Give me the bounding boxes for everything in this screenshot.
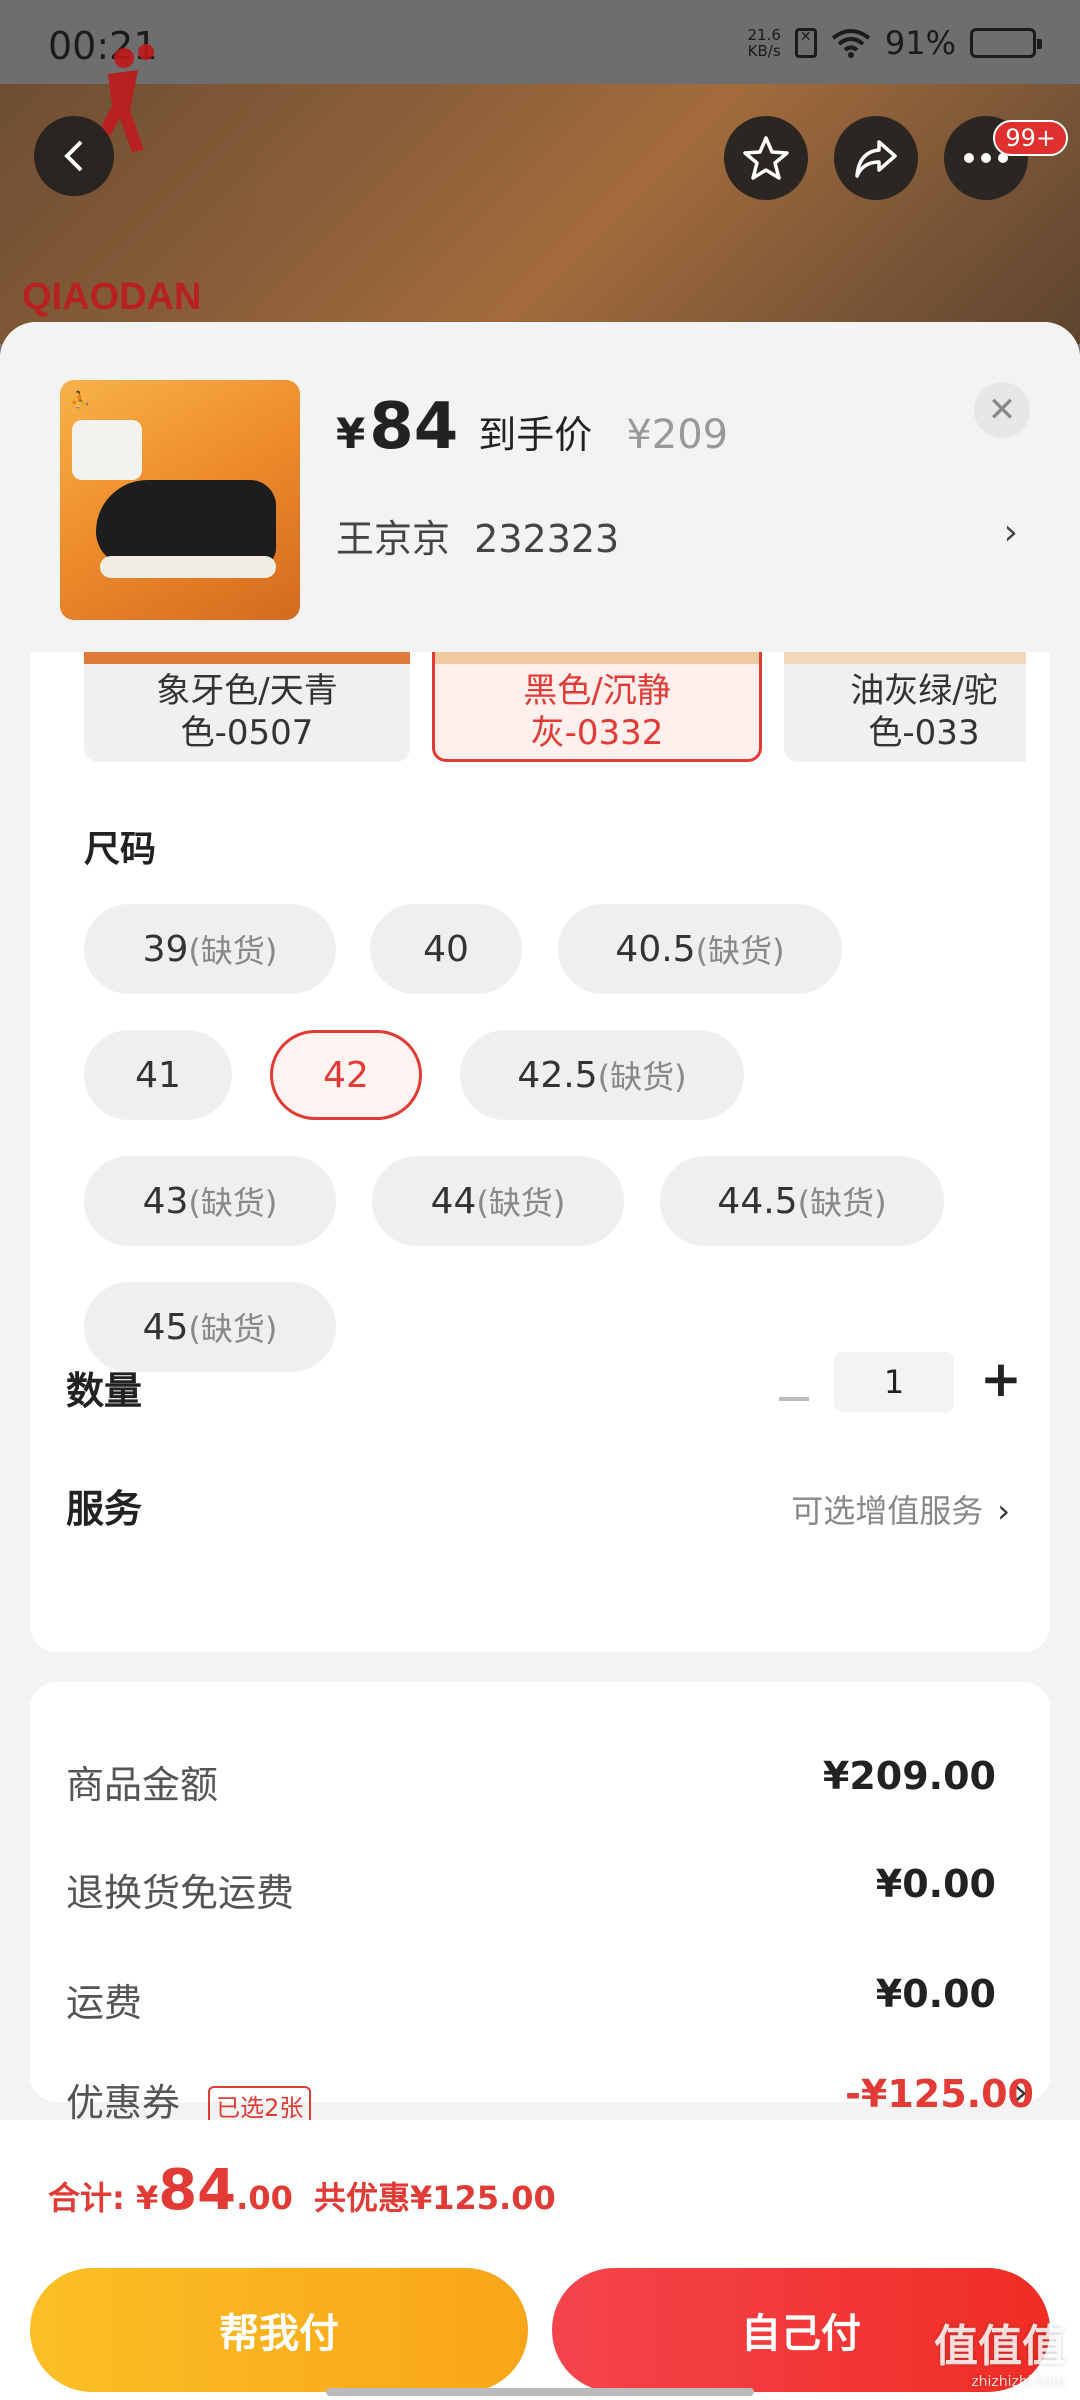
no-sim-icon [794, 28, 817, 58]
chevron-right-icon: › [997, 1492, 1010, 1530]
sku-selector-sheet: ⛹ ¥ 84 到手价 ¥209 王京京 232323 › ✕ 象牙色/天青 色-… [0, 322, 1080, 2400]
size-chip[interactable]: 42.5 (缺货) [460, 1030, 744, 1120]
shipping-address[interactable]: 王京京 232323 [336, 508, 619, 563]
color-options: 象牙色/天青 色-0507 黑色/沉静 灰-0332 油灰绿/驼 色-033 [84, 652, 1026, 764]
color-option-label: 油灰绿/驼 色-033 [850, 671, 998, 753]
out-of-stock-label: (缺货) [797, 1184, 887, 1222]
service-hint-text: 可选增值服务 [791, 1492, 984, 1530]
size-chip-selected[interactable]: 42 [270, 1030, 422, 1120]
goods-amount-label: 商品金额 [66, 1763, 219, 1807]
size-chip[interactable]: 44.5 (缺货) [660, 1156, 944, 1246]
service-label: 服务 [66, 1487, 143, 1531]
return-shipping-value: ¥0.00 [875, 1862, 996, 1906]
out-of-stock-label: (缺货) [476, 1184, 566, 1222]
chevron-right-icon: › [1013, 2072, 1028, 2113]
size-chip[interactable]: 44 (缺货) [372, 1156, 624, 1246]
wifi-icon [831, 29, 871, 58]
final-price-tag: 到手价 [478, 413, 593, 457]
color-option-label: 黑色/沉静 灰-0332 [523, 671, 671, 753]
shipping-fee-value: ¥0.00 [875, 1972, 996, 2016]
help-pay-button[interactable]: 帮我付 [30, 2268, 528, 2392]
quantity-decrement-button[interactable]: − [774, 1370, 814, 1426]
home-indicator[interactable] [326, 2388, 754, 2396]
back-button[interactable] [34, 116, 114, 196]
close-button[interactable]: ✕ [974, 382, 1030, 438]
color-option-ivory[interactable]: 象牙色/天青 色-0507 [84, 652, 410, 762]
size-chip[interactable]: 40 [370, 904, 522, 994]
shipping-fee-label: 运费 [66, 1981, 143, 2025]
status-bar: 00:21 21.6 KB/s 91% [0, 0, 1080, 84]
return-shipping-label: 退换货免运费 [66, 1871, 295, 1915]
close-icon: ✕ [987, 390, 1017, 430]
size-label: 42 [323, 1054, 369, 1096]
coupon-value: -¥125.00 [845, 2072, 1034, 2116]
quantity-increment-button[interactable]: + [980, 1350, 1022, 1408]
price-summary-card: 商品金额 ¥209.00 退换货免运费 ¥0.00 运费 ¥0.00 优惠券 已… [30, 1682, 1050, 2125]
out-of-stock-label: (缺货) [597, 1058, 687, 1096]
original-price: ¥209 [626, 412, 729, 458]
out-of-stock-label: (缺货) [188, 932, 278, 970]
size-label: 41 [135, 1054, 181, 1096]
size-label: 44 [430, 1180, 477, 1222]
battery-percent: 91% [884, 24, 956, 62]
brand-mark-icon: ⛹ [70, 390, 90, 409]
size-label: 44.5 [717, 1180, 798, 1222]
product-hero-image: QIAODAN [0, 44, 1080, 344]
favorite-button[interactable] [724, 116, 808, 200]
total-label: 合计: ¥ [48, 2179, 159, 2217]
options-card: 象牙色/天青 色-0507 黑色/沉静 灰-0332 油灰绿/驼 色-033 尺… [30, 652, 1050, 1652]
watermark-text: 值值值 [934, 2321, 1066, 2372]
size-label: 43 [142, 1180, 189, 1222]
size-label: 39 [142, 928, 189, 970]
out-of-stock-label: (缺货) [695, 932, 785, 970]
product-header: ⛹ ¥ 84 到手价 ¥209 王京京 232323 › ✕ [0, 322, 1080, 652]
battery-icon [970, 28, 1042, 58]
size-label: 45 [142, 1306, 189, 1348]
shipping-fee-row: 运费 ¥0.00 [66, 1972, 996, 2027]
total-amount-integer: 84 [158, 2158, 237, 2223]
star-icon [743, 136, 789, 180]
service-option[interactable]: 可选增值服务 › [791, 1486, 1010, 1532]
size-label: 42.5 [517, 1054, 598, 1096]
goods-amount-value: ¥209.00 [822, 1754, 996, 1798]
color-option-black[interactable]: 黑色/沉静 灰-0332 [432, 652, 762, 762]
price-row: ¥ 84 到手价 ¥209 [336, 390, 728, 464]
size-section-title: 尺码 [84, 829, 157, 870]
watermark-subtext: zhizhizhi.com [971, 2374, 1066, 2390]
total-amount: 合计: ¥84.00 共优惠¥125.00 [48, 2158, 556, 2223]
chevron-right-icon[interactable]: › [1004, 512, 1018, 553]
watermark-logo: 值值值 zhizhizhi.com [934, 2310, 1066, 2390]
final-price: 84 [369, 390, 459, 464]
size-chip[interactable]: 43 (缺货) [84, 1156, 336, 1246]
total-discount: 共优惠¥125.00 [313, 2179, 556, 2217]
notification-badge: 99+ [993, 120, 1068, 156]
brand-text: QIAODAN [22, 276, 202, 318]
out-of-stock-label: (缺货) [188, 1310, 278, 1348]
size-chip[interactable]: 45 (缺货) [84, 1282, 336, 1372]
quantity-label: 数量 [66, 1369, 143, 1413]
size-label: 40 [423, 928, 469, 970]
goods-amount-row: 商品金额 ¥209.00 [66, 1754, 996, 1809]
currency-symbol: ¥ [336, 409, 366, 458]
color-option-olive[interactable]: 油灰绿/驼 色-033 [784, 652, 1026, 762]
size-chip[interactable]: 40.5 (缺货) [558, 904, 842, 994]
coupon-row[interactable]: 优惠券 已选2张 -¥125.00 › [66, 2072, 1034, 2127]
coupon-label: 优惠券 [66, 2081, 181, 2125]
quantity-input[interactable]: 1 [834, 1352, 954, 1412]
back-icon [64, 140, 83, 172]
share-button[interactable] [834, 116, 918, 200]
checkout-bar: 合计: ¥84.00 共优惠¥125.00 帮我付 自己付 [0, 2120, 1080, 2400]
size-label: 40.5 [615, 928, 696, 970]
product-thumbnail: ⛹ [60, 380, 300, 620]
share-icon [855, 140, 897, 178]
net-speed: 21.6 KB/s [747, 26, 781, 60]
total-amount-decimal: .00 [236, 2179, 293, 2217]
size-chip[interactable]: 41 [84, 1030, 232, 1120]
size-chip[interactable]: 39 (缺货) [84, 904, 336, 994]
color-option-label: 象牙色/天青 色-0507 [156, 671, 338, 753]
return-shipping-row: 退换货免运费 ¥0.00 [66, 1862, 996, 1917]
out-of-stock-label: (缺货) [188, 1184, 278, 1222]
